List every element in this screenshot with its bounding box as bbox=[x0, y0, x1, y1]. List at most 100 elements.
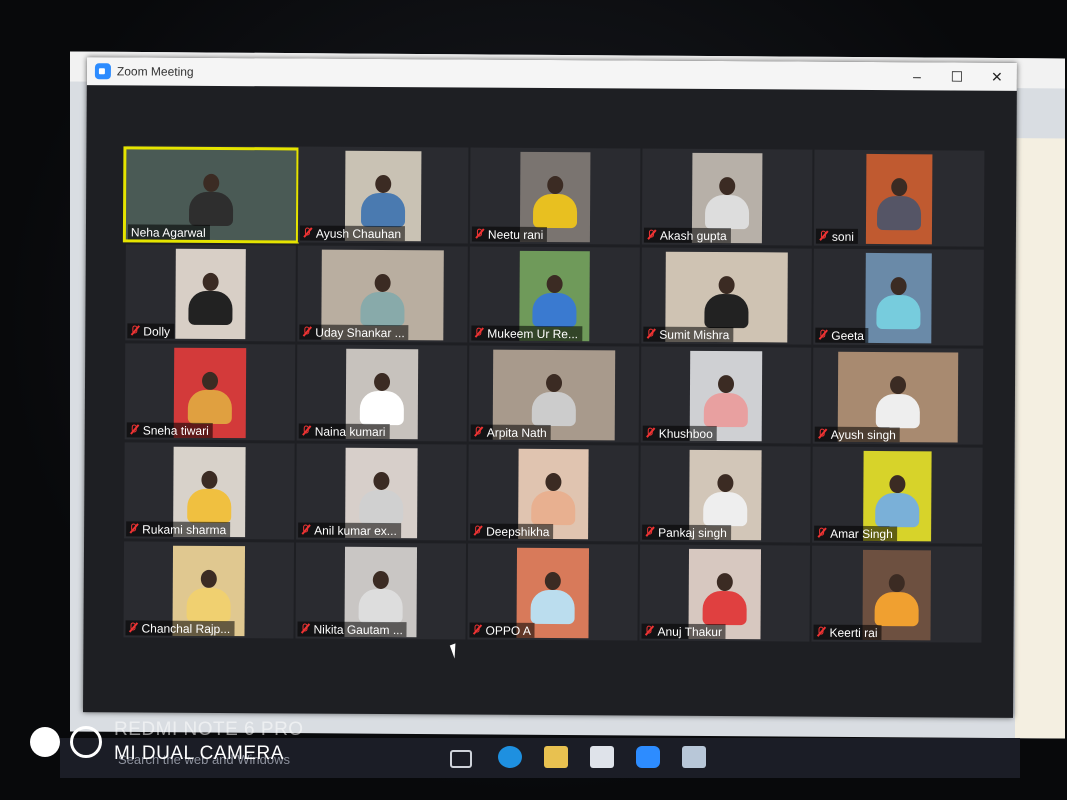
participant-name: Khushboo bbox=[658, 426, 713, 441]
window-title: Zoom Meeting bbox=[116, 64, 194, 79]
participant-figure-body bbox=[875, 393, 920, 429]
participant-tile[interactable]: OPPO A bbox=[467, 543, 639, 641]
participant-nameplate: Ayush Chauhan bbox=[299, 225, 406, 242]
participant-figure-head bbox=[375, 174, 392, 194]
participant-figure-head bbox=[373, 471, 390, 491]
participant-tile[interactable]: Neha Agarwal bbox=[122, 145, 300, 244]
participant-figure-body bbox=[187, 488, 232, 524]
participant-tile[interactable]: Arpita Nath bbox=[468, 345, 640, 443]
participant-nameplate: OPPO A bbox=[469, 622, 535, 638]
participant-name: Sneha tiwari bbox=[142, 423, 209, 438]
participant-tile[interactable]: Nikita Gautam ... bbox=[295, 542, 467, 640]
muted-microphone-icon bbox=[475, 229, 484, 240]
participant-tile[interactable]: Deepshikha bbox=[468, 444, 639, 542]
participant-nameplate: Uday Shankar ... bbox=[299, 324, 409, 341]
participant-figure-body bbox=[188, 191, 234, 227]
participant-tile[interactable]: Anil kumar ex... bbox=[296, 443, 467, 541]
participant-figure-head bbox=[890, 277, 907, 296]
participant-figure-head bbox=[373, 372, 391, 392]
participant-figure-body bbox=[704, 293, 749, 329]
minimize-button[interactable]: – bbox=[897, 62, 937, 90]
participant-tile[interactable]: Sumit Mishra bbox=[641, 247, 812, 345]
participant-tile[interactable]: Pankaj singh bbox=[640, 445, 811, 543]
participant-video bbox=[865, 252, 932, 344]
participant-figure-head bbox=[716, 573, 733, 592]
muted-microphone-icon bbox=[302, 326, 311, 337]
participant-nameplate: Pankaj singh bbox=[642, 524, 731, 541]
participant-figure-head bbox=[717, 474, 734, 493]
participant-tile[interactable]: Dolly bbox=[125, 244, 296, 342]
participant-name: Dolly bbox=[143, 324, 171, 339]
participant-figure-body bbox=[360, 192, 406, 228]
muted-microphone-icon bbox=[130, 325, 139, 336]
participant-tile[interactable]: Anuj Thakur bbox=[639, 544, 811, 642]
participant-tile[interactable]: Ayush singh bbox=[812, 347, 984, 445]
muted-microphone-icon bbox=[819, 231, 828, 242]
edge-icon[interactable] bbox=[498, 746, 522, 768]
participant-tile[interactable]: Khushboo bbox=[640, 346, 812, 444]
participant-nameplate: Khushboo bbox=[642, 425, 717, 442]
file-explorer-icon[interactable] bbox=[544, 746, 568, 768]
participant-nameplate: Neetu rani bbox=[471, 226, 548, 242]
muted-microphone-icon bbox=[474, 328, 483, 339]
participant-figure-body bbox=[702, 590, 747, 626]
participant-tile[interactable]: Keerti rai bbox=[811, 545, 983, 643]
participant-video bbox=[175, 248, 246, 340]
participant-figure-body bbox=[875, 492, 920, 528]
participant-figure-body bbox=[360, 291, 405, 327]
participant-figure-head bbox=[203, 173, 220, 192]
participant-figure-body bbox=[359, 489, 404, 525]
gallery-view: Neha Agarwal Ayush Chauhan Neetu rani Akash… bbox=[122, 145, 986, 650]
muted-microphone-icon bbox=[646, 329, 655, 340]
participant-video bbox=[865, 153, 933, 245]
participant-tile[interactable]: Geeta bbox=[813, 248, 984, 346]
muted-microphone-icon bbox=[472, 625, 481, 636]
participant-figure-head bbox=[888, 574, 905, 593]
participant-tile[interactable]: Akash gupta bbox=[641, 148, 813, 246]
muted-microphone-icon bbox=[647, 230, 656, 241]
maximize-button[interactable]: ☐ bbox=[937, 62, 977, 90]
participant-tile[interactable]: Mukeem Ur Re... bbox=[469, 246, 640, 344]
muted-microphone-icon bbox=[300, 623, 309, 634]
participant-tile[interactable]: Amar Singh bbox=[812, 446, 983, 544]
participant-nameplate: Ayush singh bbox=[814, 426, 900, 443]
participant-tile[interactable]: Sneha tiwari bbox=[124, 343, 296, 441]
participant-figure-head bbox=[200, 569, 217, 588]
participant-figure-head bbox=[545, 472, 562, 492]
task-view-icon[interactable] bbox=[450, 750, 472, 768]
zoom-logo-icon bbox=[94, 63, 111, 80]
participant-name: Chanchal Rajp... bbox=[141, 621, 231, 636]
participant-nameplate: Chanchal Rajp... bbox=[125, 620, 235, 637]
muted-microphone-icon bbox=[816, 627, 825, 638]
participant-figure-head bbox=[719, 177, 736, 196]
close-button[interactable]: ✕ bbox=[977, 63, 1017, 91]
participant-figure-body bbox=[186, 587, 231, 623]
participant-name: Rukami sharma bbox=[142, 522, 227, 537]
participant-tile[interactable]: soni bbox=[813, 149, 985, 247]
muted-microphone-icon bbox=[130, 424, 139, 435]
participant-figure-head bbox=[372, 570, 389, 590]
zoom-icon[interactable] bbox=[636, 746, 660, 768]
camera-watermark: REDMI NOTE 6 PRO MI DUAL CAMERA bbox=[30, 718, 304, 766]
watermark-line1: REDMI NOTE 6 PRO bbox=[114, 719, 304, 740]
participant-tile[interactable]: Naina kumari bbox=[296, 344, 468, 442]
participant-figure-body bbox=[532, 193, 578, 229]
participant-figure-head bbox=[544, 571, 561, 591]
participant-figure-body bbox=[703, 392, 748, 428]
participant-figure-head bbox=[545, 373, 563, 393]
participant-name: Mukeem Ur Re... bbox=[487, 326, 579, 341]
participant-figure-body bbox=[188, 290, 233, 326]
watermark-dot-icon bbox=[30, 727, 60, 757]
participant-tile[interactable]: Rukami sharma bbox=[124, 442, 295, 540]
muted-microphone-icon bbox=[644, 626, 653, 637]
app-icon[interactable] bbox=[682, 746, 706, 768]
store-icon[interactable] bbox=[590, 746, 614, 768]
participant-tile[interactable]: Neetu rani bbox=[469, 147, 641, 245]
participant-tile[interactable]: Uday Shankar ... bbox=[297, 245, 468, 343]
participant-tile[interactable]: Ayush Chauhan bbox=[297, 146, 469, 244]
participant-figure-body bbox=[187, 389, 232, 425]
participant-tile[interactable]: Chanchal Rajp... bbox=[123, 541, 295, 639]
participant-name: Keerti rai bbox=[829, 625, 878, 640]
participant-name: Anil kumar ex... bbox=[314, 523, 397, 538]
participant-name: Ayush Chauhan bbox=[315, 226, 402, 241]
